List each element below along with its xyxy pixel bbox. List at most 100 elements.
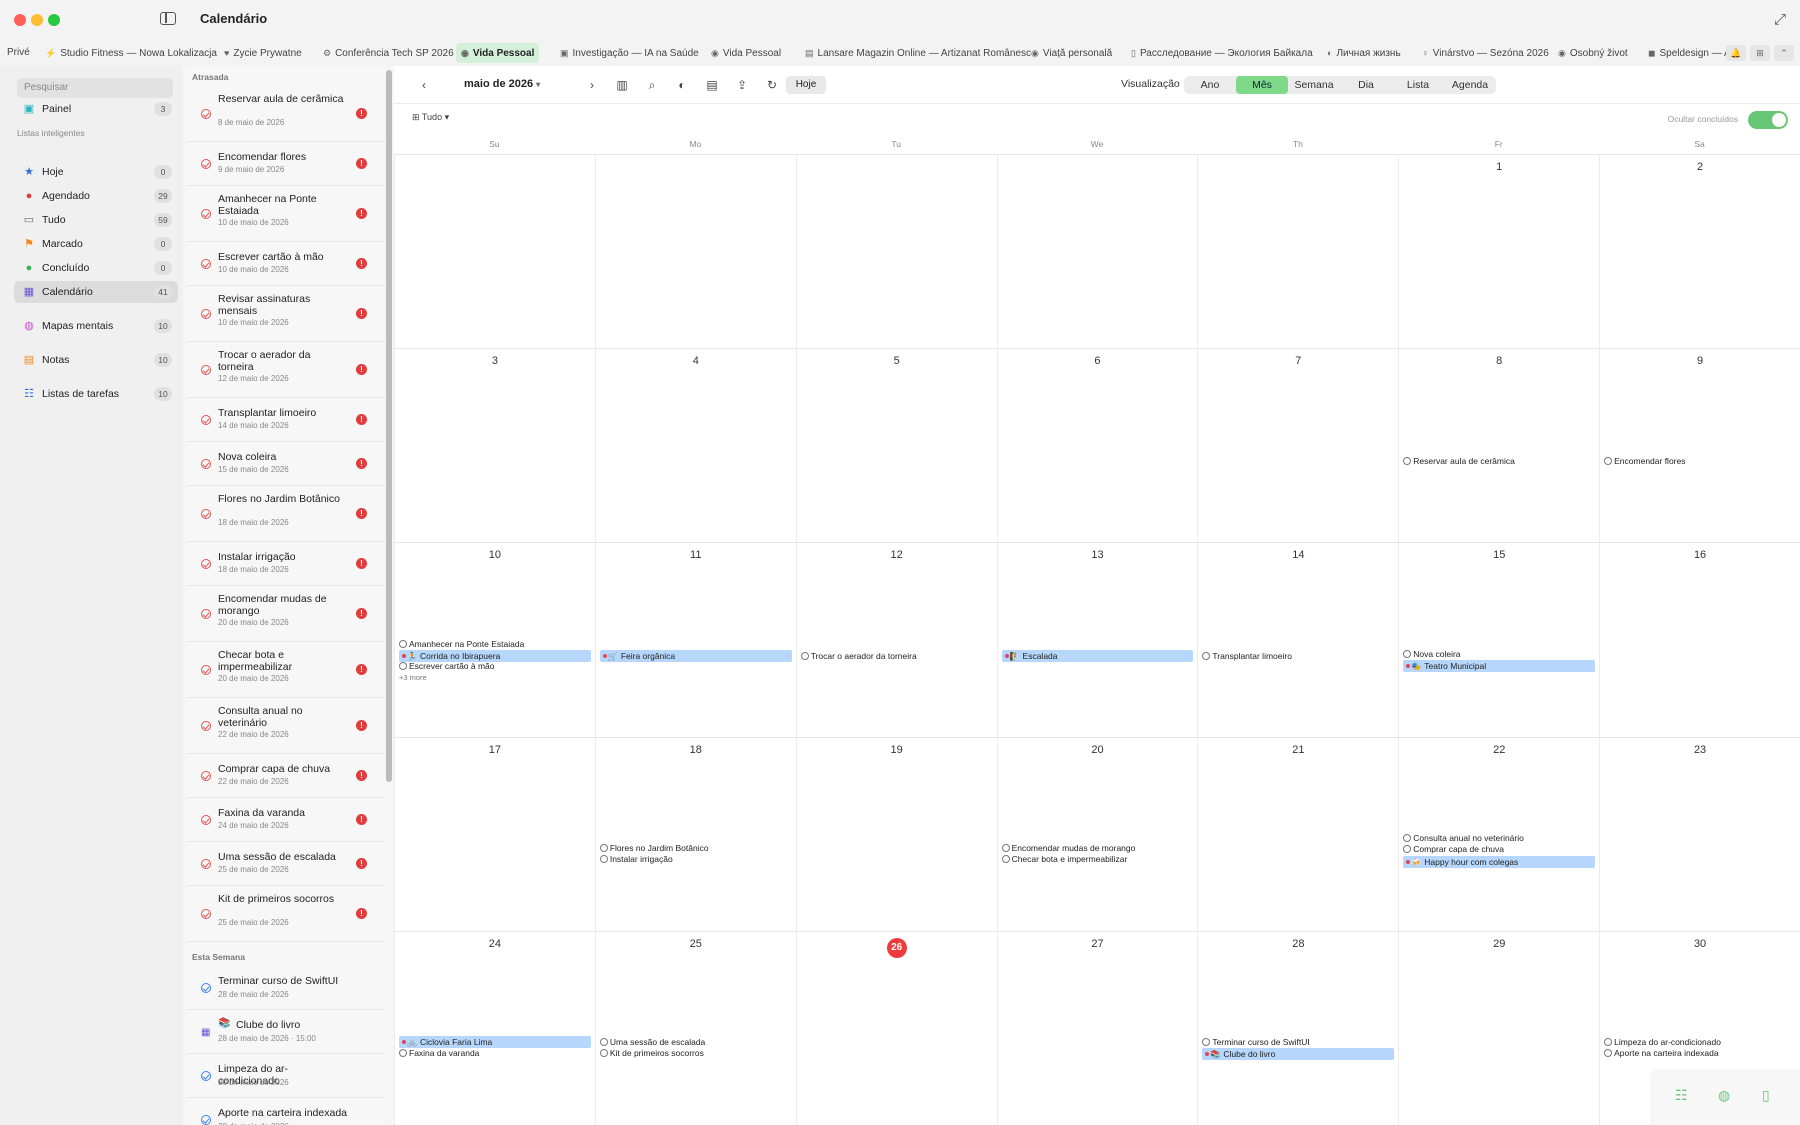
mind-map-icon[interactable]: ◍ [1718,1087,1730,1104]
day-cell[interactable]: 3 [394,348,595,543]
sidebar-item-1[interactable]: ◍ Mapas mentais 10 [14,315,178,337]
calendar-task[interactable]: Nova coleira [1403,648,1595,660]
task-status-icon[interactable] [201,209,211,219]
day-cell[interactable]: 17 [394,736,595,931]
calendar-event[interactable]: 📚 Clube do livro [1202,1047,1395,1060]
day-cell[interactable]: 28 Terminar curso de SwiftUI 📚 Clube do liv… [1197,930,1399,1125]
task-circle-icon[interactable] [1403,844,1412,853]
sidebar-item-tudo[interactable]: ▭ Tudo 59 [14,209,178,231]
calendar-event[interactable]: 🛒 Feira orgânica [599,649,792,662]
sidebar-item-painel[interactable]: ▣ Painel 3 [14,98,178,120]
more-events-link[interactable]: +3 more [399,673,427,682]
task-item[interactable]: Amanhecer na Ponte Estaiada 10 de maio de… [187,186,385,242]
task-item[interactable]: Comprar capa de chuva 22 de maio de 2026! [187,754,385,798]
task-item[interactable]: Encomendar flores 9 de maio de 2026! [187,142,385,186]
sidebar-item-agendado[interactable]: ● Agendado 29 [14,185,178,207]
day-cell[interactable] [795,154,997,349]
scrollbar[interactable] [386,70,392,782]
layout-icon[interactable]: ⊞ [1750,45,1770,61]
task-status-icon[interactable] [201,159,211,169]
day-cell[interactable]: 18 Flores no Jardim Botânico Instalar irri… [594,736,796,931]
task-item[interactable]: Aporte na carteira indexada30 de maio de… [187,1098,385,1125]
task-item[interactable]: Encomendar mudas de morango 20 de maio de… [187,586,385,642]
search-icon[interactable]: ⌕ [642,76,662,94]
task-status-icon[interactable] [201,309,211,319]
day-cell[interactable]: 5 [795,348,997,543]
task-item[interactable]: Trocar o aerador da torneira 12 de maio d… [187,342,385,398]
day-cell[interactable]: 4 [594,348,796,543]
day-cell[interactable] [394,154,595,349]
tab-5[interactable]: ◉ Vida Pessoal [456,43,540,63]
search-input[interactable]: Pesquisar [17,78,173,98]
day-cell[interactable]: 29 [1398,930,1600,1125]
chevron-up-icon[interactable]: ⌃ [1774,45,1794,61]
tab-6[interactable]: ▣ Investigação — IA na Saúde [555,43,704,63]
day-cell[interactable]: 20 Encomendar mudas de morango Checar bota… [996,736,1198,931]
task-item[interactable]: Checar bota e impermeabilizar 20 de maio … [187,642,385,698]
day-cell[interactable]: 12 Trocar o aerador da torneira [795,542,997,737]
task-list-icon[interactable]: ☷ [1675,1087,1688,1104]
view-tab-1[interactable]: Ano [1184,76,1236,94]
view-tab-5[interactable]: Lista [1392,76,1444,94]
calendar-task[interactable]: Escrever cartão à mão [399,660,591,672]
day-cell[interactable]: 2 [1599,154,1800,349]
month-picker[interactable]: maio de 2026 ▾ [464,78,540,90]
sync-icon[interactable]: ↻ [762,76,782,94]
share-icon[interactable]: ⇪ [732,76,752,94]
task-circle-icon[interactable] [1604,457,1613,466]
day-cell[interactable]: 11 🛒 Feira orgânica [594,542,796,737]
notebook-icon[interactable]: ▤ [702,76,722,94]
calendar-task[interactable]: Kit de primeiros socorros [599,1047,792,1059]
tab-7[interactable]: ◉ Vida Pessoal [706,43,786,63]
calendar-task[interactable]: Trocar o aerador da torneira [800,650,993,662]
calendar-event[interactable]: 🍻 Happy hour com colegas [1403,855,1596,868]
day-cell[interactable]: 16 [1599,542,1800,737]
view-tab-3[interactable]: Semana [1288,76,1340,94]
hide-completed-toggle[interactable] [1748,111,1788,129]
task-item[interactable]: Instalar irrigação 18 de maio de 2026! [187,542,385,586]
task-status-icon[interactable] [201,721,211,731]
calendar-event[interactable]: 🎭 Teatro Municipal [1403,659,1596,672]
day-cell[interactable]: 8 Reservar aula de cerâmica [1398,348,1600,543]
task-item[interactable]: Nova coleira 15 de maio de 2026! [187,442,385,486]
task-status-icon[interactable] [201,509,211,519]
tab-12[interactable]: ♀ Vinárstvo — Sezóna 2026 [1417,43,1554,63]
today-button[interactable]: Hoje [786,76,826,94]
calendar-task[interactable]: Comprar capa de chuva [1403,843,1595,855]
task-item[interactable]: Escrever cartão à mão 10 de maio de 2026! [187,242,385,286]
day-cell[interactable] [996,154,1198,349]
task-circle-icon[interactable] [599,1037,608,1046]
task-circle-icon[interactable] [599,854,608,863]
task-status-icon[interactable] [201,259,211,269]
zoom-window-button[interactable] [48,14,60,26]
filter-dropdown[interactable]: ⊞ Tudo ▾ [412,112,449,123]
task-circle-icon[interactable] [599,1048,608,1057]
view-tab-2[interactable]: Mês [1236,76,1288,94]
task-circle-icon[interactable] [1403,457,1412,466]
day-cell[interactable]: 1 [1398,154,1600,349]
day-cell[interactable]: 13 🧗 Escalada [996,542,1198,737]
calendar-task[interactable]: Faxina da varanda [399,1047,591,1059]
day-cell[interactable]: 9 Encomendar flores [1599,348,1800,543]
view-tab-4[interactable]: Dia [1340,76,1392,94]
task-status-icon[interactable] [201,983,211,993]
task-item[interactable]: Uma sessão de escalada 25 de maio de 2026… [187,842,385,886]
sidebar-item-calendário[interactable]: ▦ Calendário 41 [14,281,178,303]
task-status-icon[interactable] [201,1071,211,1081]
task-circle-icon[interactable] [399,639,407,648]
task-item[interactable]: Revisar assinaturas mensais 10 de maio de… [187,286,385,342]
task-status-icon[interactable] [201,1115,211,1125]
clipboard-icon[interactable]: ▯ [1762,1087,1770,1104]
task-circle-icon[interactable] [1001,843,1010,852]
calendar-event[interactable]: 🧗 Escalada [1001,649,1194,662]
task-circle-icon[interactable] [800,651,809,660]
task-circle-icon[interactable] [1001,854,1010,863]
task-status-icon[interactable] [201,859,211,869]
minimize-window-button[interactable] [31,14,43,26]
task-status-icon[interactable] [201,815,211,825]
calendar-task[interactable]: Encomendar flores [1604,455,1796,467]
task-circle-icon[interactable] [399,1048,407,1057]
day-cell[interactable]: 19 [795,736,997,931]
day-cell[interactable] [594,154,796,349]
day-cell[interactable]: 24 🚲 Ciclovia Faria Lima Faxina da varanda [394,930,595,1125]
